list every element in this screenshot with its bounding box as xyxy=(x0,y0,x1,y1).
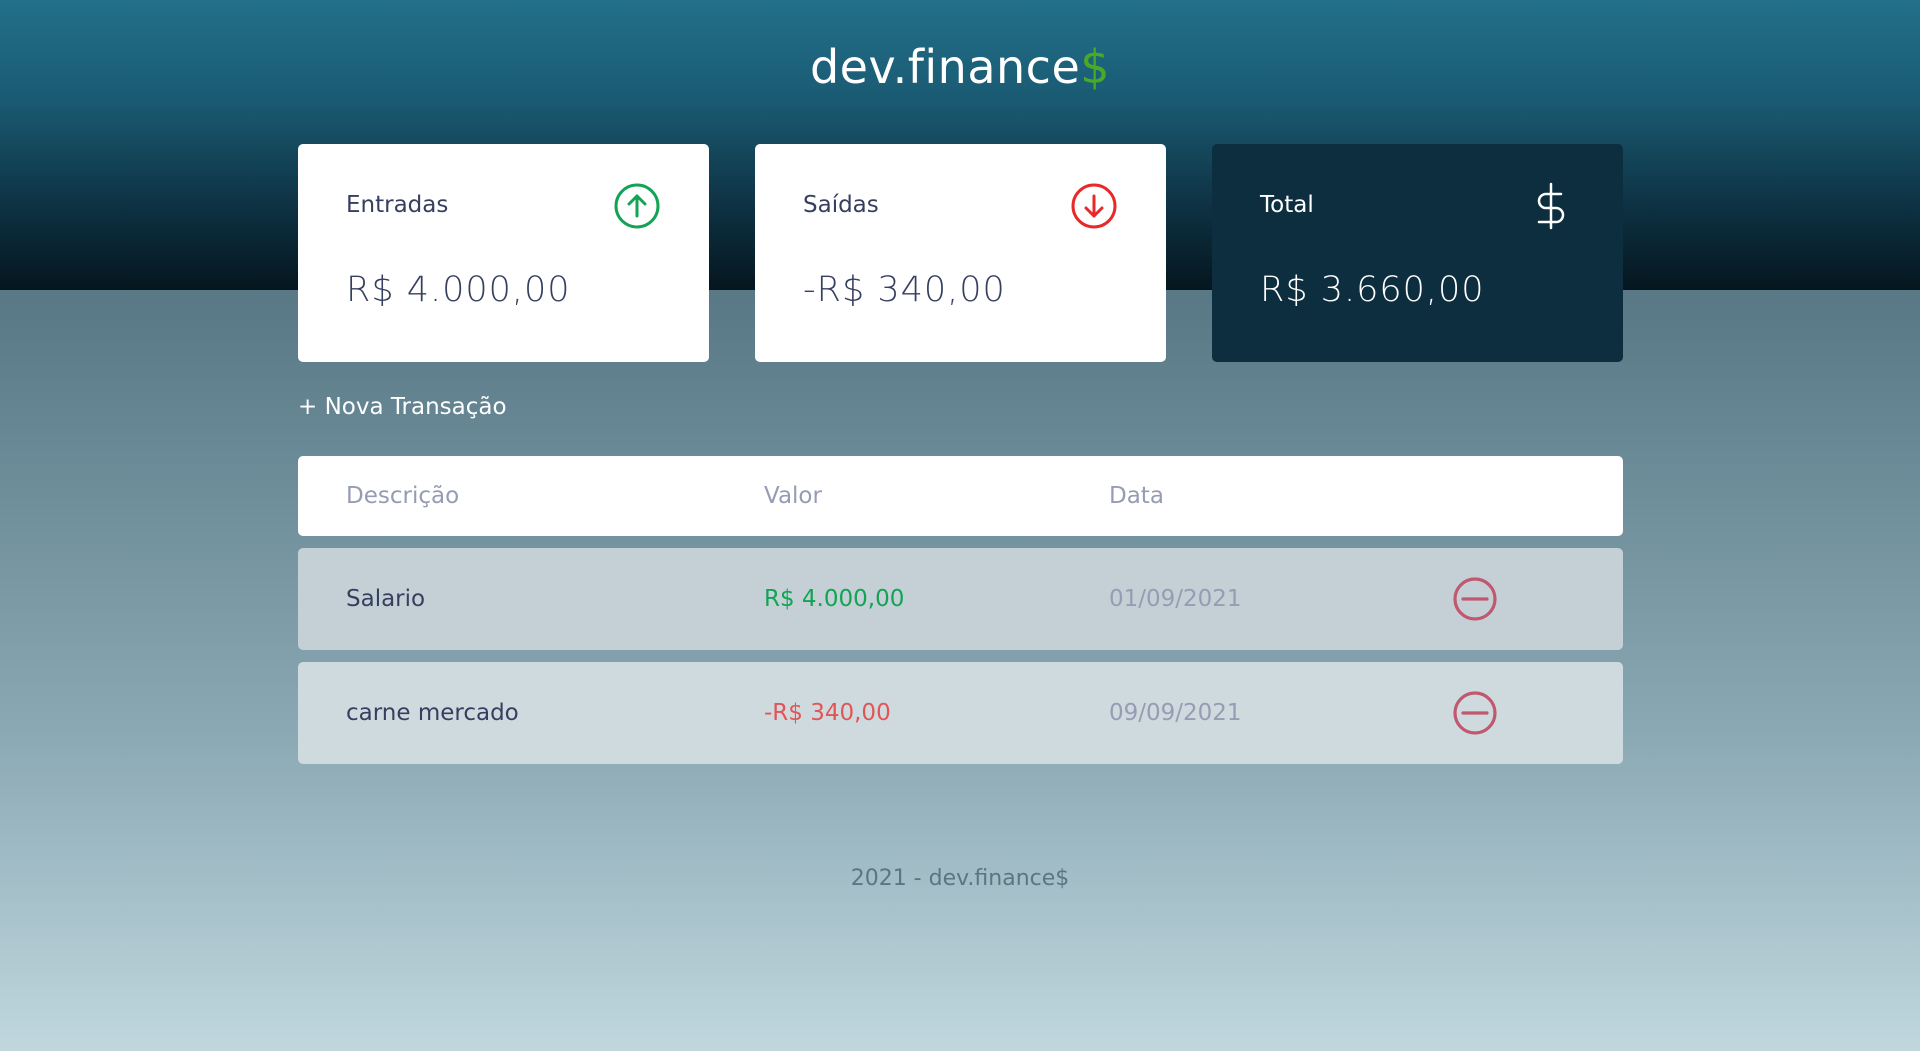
table-row: carne mercado -R$ 340,00 09/09/2021 xyxy=(298,662,1623,764)
transaction-value: -R$ 340,00 xyxy=(764,700,891,726)
total-card-value: R$ 3.660,00 xyxy=(1260,270,1485,310)
arrow-up-circle-icon xyxy=(614,183,660,229)
column-header-date: Data xyxy=(1109,483,1164,509)
expense-card-title: Saídas xyxy=(803,192,879,218)
income-card-value: R$ 4.000,00 xyxy=(346,270,571,310)
table-row: Salario R$ 4.000,00 01/09/2021 xyxy=(298,548,1623,650)
footer: 2021 - dev.finance$ xyxy=(850,866,1070,891)
income-card: Entradas R$ 4.000,00 xyxy=(298,144,709,362)
transaction-description: Salario xyxy=(346,586,426,612)
expense-card: Saídas -R$ 340,00 xyxy=(755,144,1166,362)
logo-accent: $ xyxy=(1080,40,1111,94)
logo-text: dev.finance xyxy=(809,40,1081,94)
column-header-value: Valor xyxy=(764,483,822,509)
transaction-date: 01/09/2021 xyxy=(1109,586,1242,612)
total-card: Total R$ 3.660,00 xyxy=(1212,144,1623,362)
column-header-description: Descrição xyxy=(346,483,460,509)
new-transaction-button[interactable]: + Nova Transação xyxy=(298,394,507,420)
arrow-down-circle-icon xyxy=(1071,183,1117,229)
table-header: Descrição Valor Data xyxy=(298,456,1623,536)
remove-transaction-icon[interactable] xyxy=(1451,575,1499,623)
total-card-title: Total xyxy=(1260,192,1314,218)
remove-transaction-icon[interactable] xyxy=(1451,689,1499,737)
income-card-title: Entradas xyxy=(346,192,449,218)
dollar-icon xyxy=(1537,182,1565,230)
transaction-description: carne mercado xyxy=(346,700,519,726)
expense-card-value: -R$ 340,00 xyxy=(803,270,1006,310)
transaction-date: 09/09/2021 xyxy=(1109,700,1242,726)
logo: dev.finance$ xyxy=(0,40,1920,94)
transaction-value: R$ 4.000,00 xyxy=(764,586,905,612)
